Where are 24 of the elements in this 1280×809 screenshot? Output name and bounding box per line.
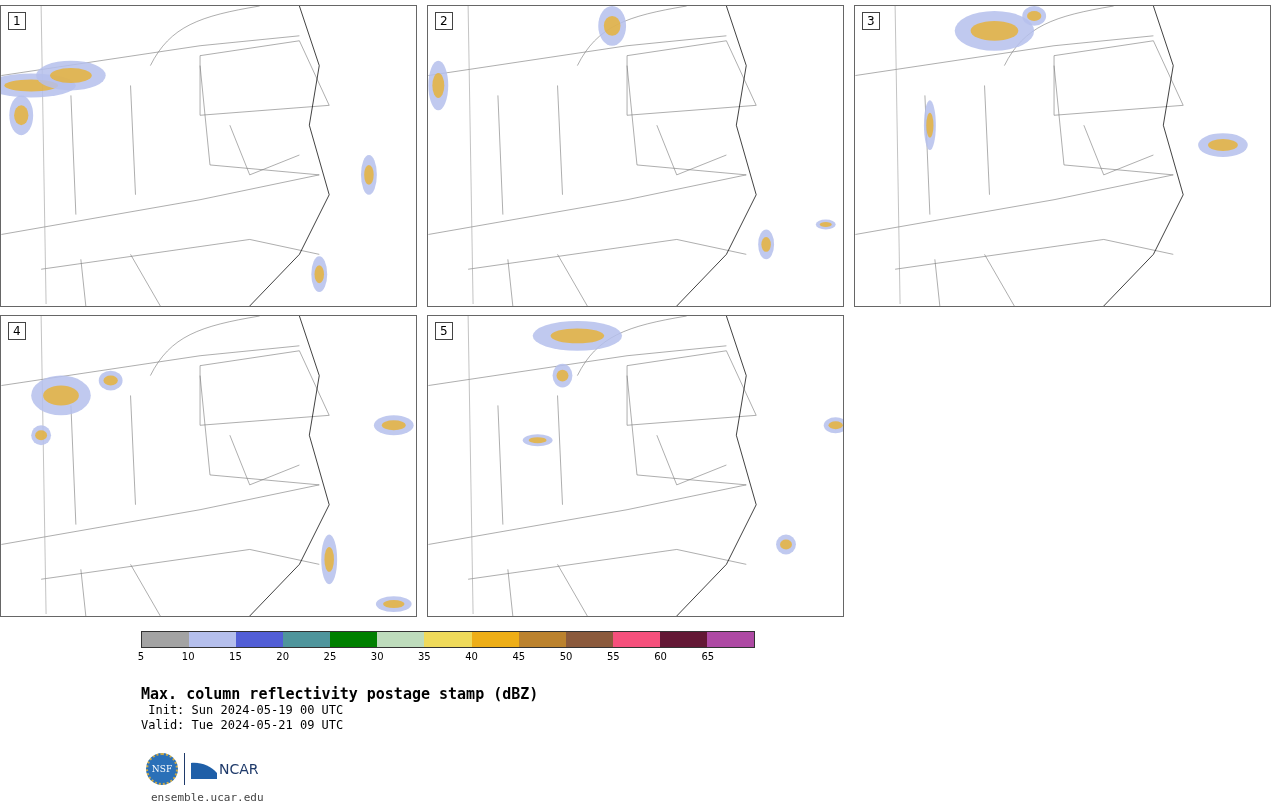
scale-label: 35 <box>418 651 431 662</box>
scale-label: 55 <box>606 651 620 662</box>
panel-number: 3 <box>862 12 880 30</box>
panel-number: 4 <box>8 322 26 340</box>
scale-label: 25 <box>323 651 337 662</box>
scale-label: 45 <box>512 651 526 662</box>
panel-number: 5 <box>435 322 453 340</box>
panel-number: 2 <box>435 12 453 30</box>
valid-time: Valid: Tue 2024-05-21 09 UTC <box>141 718 345 733</box>
site-link[interactable]: ensemble.ucar.edu <box>151 791 264 804</box>
ncar-logo-text: NCAR <box>219 761 259 777</box>
chart-title: Max. column reflectivity postage stamp (dBZ) <box>141 685 540 703</box>
scale-label: 50 <box>559 651 573 662</box>
scale-label: 30 <box>370 651 384 662</box>
nsf-logo: NSF <box>146 753 178 785</box>
scale-label: 65 <box>701 651 715 662</box>
scale-label: 40 <box>465 651 478 662</box>
panel-number: 1 <box>8 12 26 30</box>
scale-label: 60 <box>654 651 667 662</box>
scale-label: 15 <box>229 651 242 662</box>
init-time: Init: Sun 2024-05-19 00 UTC <box>147 703 345 718</box>
scale-label: 20 <box>276 651 290 662</box>
scale-label: 10 <box>181 651 195 662</box>
scale-label: 5 <box>137 651 145 662</box>
